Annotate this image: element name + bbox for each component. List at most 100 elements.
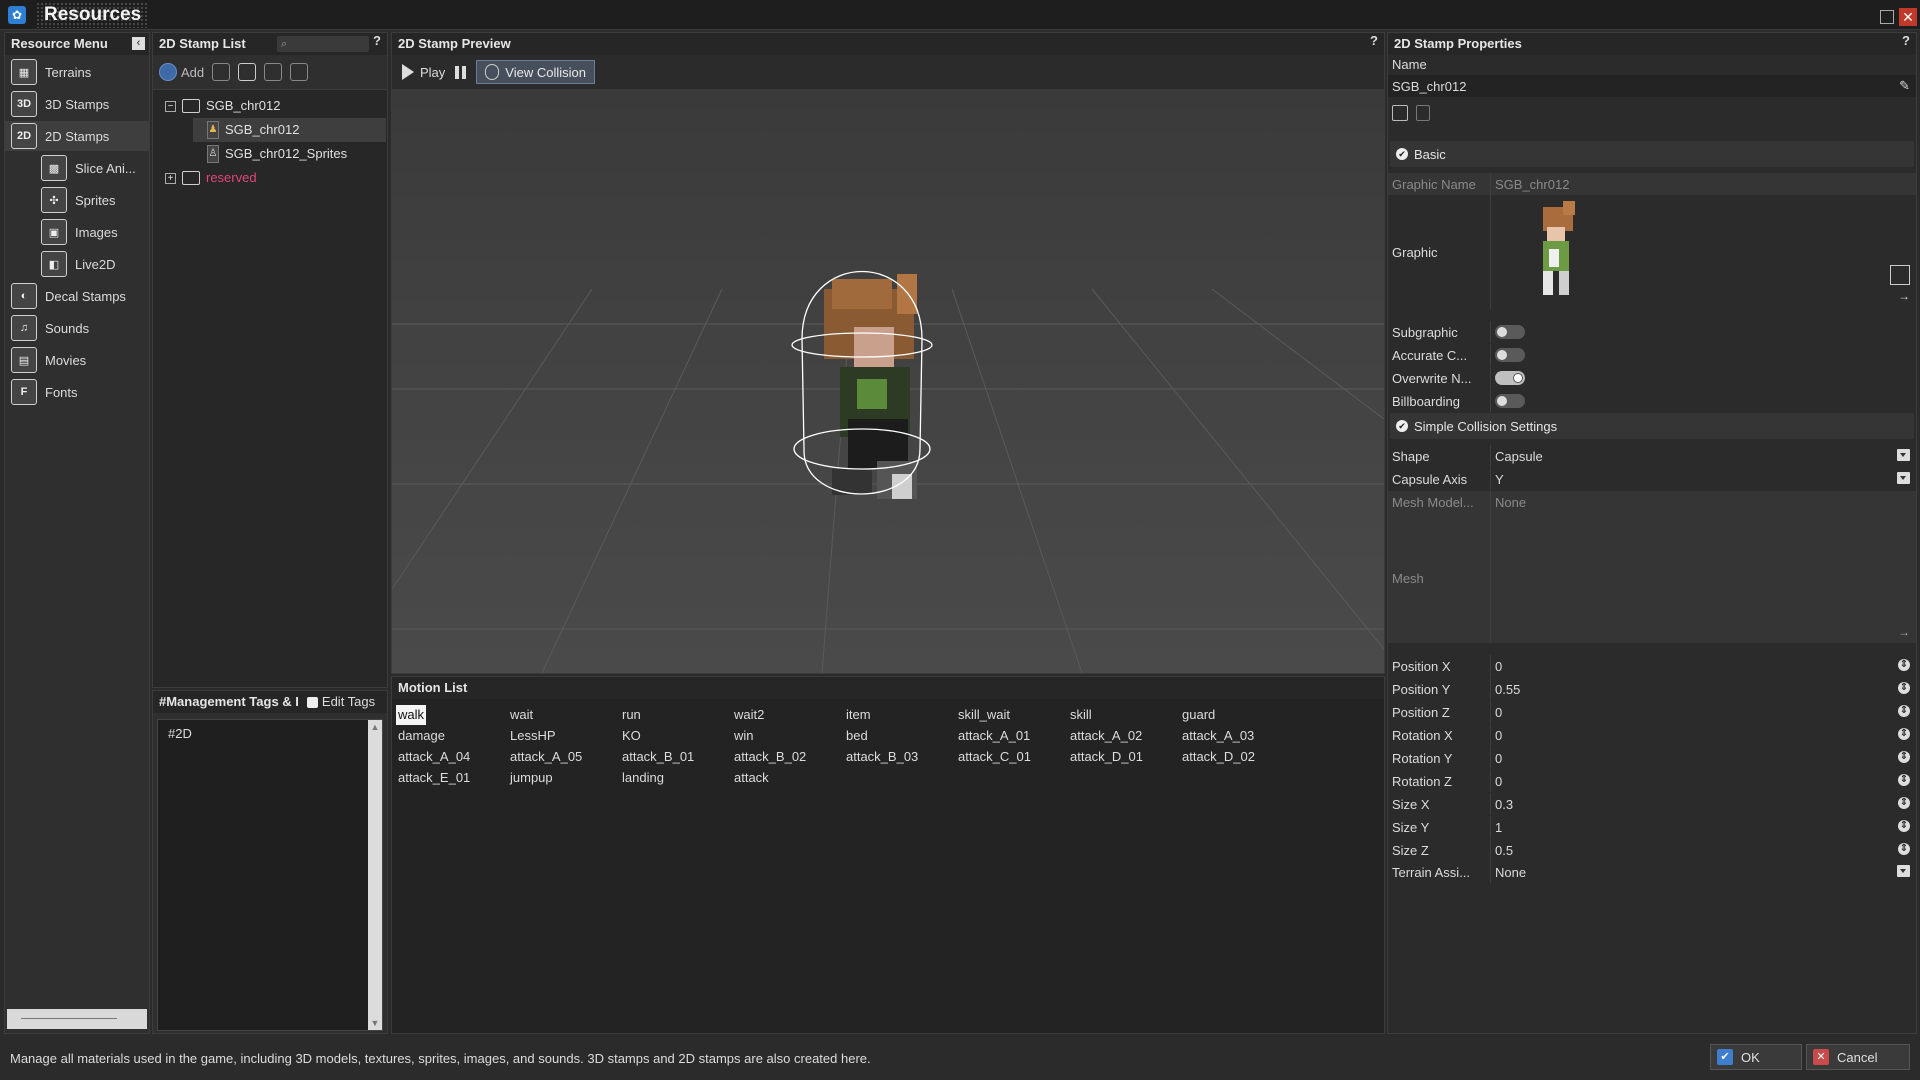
stepper-icon[interactable]: ⇕ xyxy=(1898,728,1910,740)
new-folder-button[interactable] xyxy=(212,61,231,83)
menu-item-sounds[interactable]: ♫ Sounds xyxy=(5,313,149,343)
motion-item[interactable]: skill_wait xyxy=(956,705,1012,725)
menu-item-sprites[interactable]: ✣ Sprites xyxy=(5,185,149,215)
preview-viewport[interactable] xyxy=(392,89,1384,673)
motion-item[interactable]: wait2 xyxy=(732,705,766,725)
edit-tags-label[interactable]: Edit Tags xyxy=(322,691,375,713)
motion-item[interactable]: landing xyxy=(620,768,666,788)
view-collision-button[interactable]: View Collision xyxy=(476,60,595,84)
menu-item-slice-ani[interactable]: ▩ Slice Ani... xyxy=(5,153,149,183)
field-value-input[interactable]: 0 xyxy=(1490,770,1916,792)
menu-item-fonts[interactable]: F Fonts xyxy=(5,377,149,407)
shape-row[interactable]: Shape Capsule xyxy=(1388,445,1916,467)
toggle-switch[interactable] xyxy=(1495,371,1525,385)
arrow-right-icon[interactable]: → xyxy=(1898,625,1910,639)
paste-icon[interactable] xyxy=(1416,105,1430,121)
collapse-icon[interactable]: − xyxy=(165,100,176,112)
arrow-right-icon[interactable]: → xyxy=(1898,289,1910,303)
graphic-picker-icon[interactable] xyxy=(1890,265,1910,285)
graphic-preview[interactable]: → xyxy=(1490,195,1916,309)
collision-section-header[interactable]: ✔ Simple Collision Settings xyxy=(1390,413,1914,439)
motion-item[interactable]: LessHP xyxy=(508,726,558,746)
motion-item[interactable]: win xyxy=(732,726,756,746)
toggle-switch[interactable] xyxy=(1495,325,1525,339)
stepper-icon[interactable]: ⇕ xyxy=(1898,659,1910,671)
copy-icon[interactable] xyxy=(1392,105,1408,121)
motion-item[interactable]: guard xyxy=(1180,705,1217,725)
motion-item[interactable]: jumpup xyxy=(508,768,555,788)
stepper-icon[interactable]: ⇕ xyxy=(1898,797,1910,809)
motion-item[interactable]: attack_A_05 xyxy=(508,747,584,767)
capsule-axis-row[interactable]: Capsule Axis Y xyxy=(1388,468,1916,490)
motion-item[interactable]: attack xyxy=(732,768,771,788)
field-value-input[interactable]: 1 xyxy=(1490,816,1916,838)
basic-section-header[interactable]: ✔ Basic xyxy=(1390,141,1914,167)
menu-item-2d-stamps[interactable]: 2D 2D Stamps xyxy=(5,121,149,151)
play-button[interactable]: Play xyxy=(402,64,445,80)
dropdown-icon[interactable] xyxy=(1897,472,1910,484)
paste-button[interactable] xyxy=(264,61,283,83)
help-icon[interactable]: ? xyxy=(373,33,381,48)
tags-list[interactable]: #2D ▲ ▼ xyxy=(157,719,383,1031)
motion-item[interactable]: run xyxy=(620,705,643,725)
motion-item[interactable]: bed xyxy=(844,726,870,746)
motion-item[interactable]: skill xyxy=(1068,705,1094,725)
motion-item[interactable]: damage xyxy=(396,726,447,746)
dropdown-icon[interactable] xyxy=(1897,865,1910,877)
collapse-menu-button[interactable]: ‹ xyxy=(132,37,145,50)
motion-item[interactable]: attack_A_04 xyxy=(396,747,472,767)
field-value-input[interactable]: 0.5 xyxy=(1490,839,1916,861)
shape-value[interactable]: Capsule xyxy=(1490,445,1916,467)
field-value-input[interactable]: 0 xyxy=(1490,655,1916,677)
tags-scrollbar[interactable]: ▲ ▼ xyxy=(368,720,382,1030)
terrain-value[interactable]: None xyxy=(1490,861,1916,883)
motion-item[interactable]: KO xyxy=(620,726,643,746)
field-value-input[interactable]: 0 xyxy=(1490,701,1916,723)
motion-item[interactable]: attack_D_01 xyxy=(1068,747,1145,767)
pencil-icon[interactable]: ✎ xyxy=(1899,78,1910,94)
field-value-input[interactable]: 0.55 xyxy=(1490,678,1916,700)
motion-item[interactable]: attack_D_02 xyxy=(1180,747,1257,767)
motion-item[interactable]: attack_C_01 xyxy=(956,747,1033,767)
stepper-icon[interactable]: ⇕ xyxy=(1898,682,1910,694)
stepper-icon[interactable]: ⇕ xyxy=(1898,774,1910,786)
menu-item-3d-stamps[interactable]: 3D 3D Stamps xyxy=(5,89,149,119)
close-button[interactable]: ✕ xyxy=(1899,8,1917,26)
stepper-icon[interactable]: ⇕ xyxy=(1898,843,1910,855)
duplicate-button[interactable] xyxy=(238,61,257,83)
expand-icon[interactable]: + xyxy=(165,172,176,184)
motion-item[interactable]: attack_B_01 xyxy=(620,747,696,767)
motion-item[interactable]: attack_A_03 xyxy=(1180,726,1256,746)
edit-tags-checkbox[interactable] xyxy=(306,696,318,708)
motion-item[interactable]: walk xyxy=(396,705,427,725)
motion-item[interactable]: attack_E_01 xyxy=(396,768,472,788)
ok-button[interactable]: ✔ OK xyxy=(1710,1044,1802,1070)
motion-item[interactable]: wait xyxy=(508,705,535,725)
menu-item-live2d[interactable]: ◧ Live2D xyxy=(5,249,149,279)
motion-item[interactable]: attack_A_01 xyxy=(956,726,1032,746)
field-value-input[interactable]: 0 xyxy=(1490,747,1916,769)
tree-folder-reserved[interactable]: + reserved xyxy=(165,166,257,190)
menu-item-images[interactable]: ▣ Images xyxy=(5,217,149,247)
menu-scrollbar[interactable] xyxy=(7,1009,147,1029)
stepper-icon[interactable]: ⇕ xyxy=(1898,751,1910,763)
stepper-icon[interactable]: ⇕ xyxy=(1898,820,1910,832)
scroll-down-icon[interactable]: ▼ xyxy=(368,1016,382,1030)
dropdown-icon[interactable] xyxy=(1897,449,1910,461)
motion-item[interactable]: attack_B_03 xyxy=(844,747,920,767)
menu-item-terrains[interactable]: ▦ Terrains xyxy=(5,57,149,87)
cancel-button[interactable]: ✕ Cancel xyxy=(1806,1044,1910,1070)
name-field[interactable]: SGB_chr012 ✎ xyxy=(1388,75,1916,97)
tree-item-stamp[interactable]: ♟ SGB_chr012 xyxy=(193,118,386,142)
motion-item[interactable]: item xyxy=(844,705,873,725)
help-icon[interactable]: ? xyxy=(1902,33,1910,48)
toggle-switch[interactable] xyxy=(1495,348,1525,362)
add-button[interactable]: Add xyxy=(159,61,204,83)
delete-button[interactable] xyxy=(290,61,309,83)
motion-item[interactable]: attack_B_02 xyxy=(732,747,808,767)
tree-item-sprites[interactable]: ♙ SGB_chr012_Sprites xyxy=(207,142,347,166)
scroll-up-icon[interactable]: ▲ xyxy=(368,720,382,734)
menu-item-decal-stamps[interactable]: ◐ Decal Stamps xyxy=(5,281,149,311)
maximize-button[interactable] xyxy=(1880,10,1894,24)
tree-folder-sgb-chr012[interactable]: − SGB_chr012 xyxy=(165,94,280,118)
